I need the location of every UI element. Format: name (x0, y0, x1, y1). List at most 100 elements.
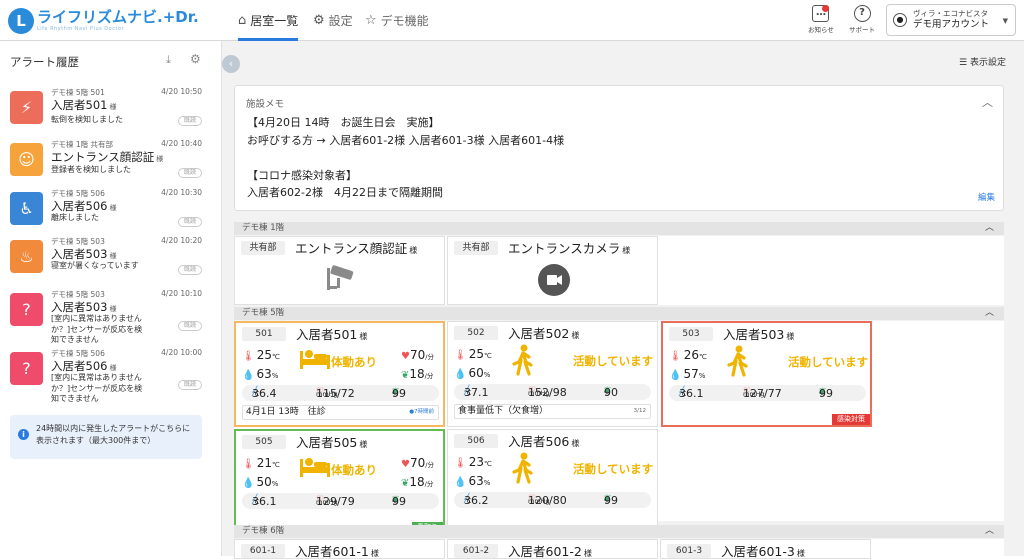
resident-name: 入居者501 様 (296, 327, 368, 342)
bed-exit-icon: ♿ (10, 192, 43, 225)
support-button[interactable]: ? サポート (849, 5, 875, 34)
heart-rate: ♥70/分 (401, 456, 434, 470)
alert-message: 転倒を検知しました (51, 115, 123, 124)
room-number: 503 (669, 327, 713, 341)
room-humidity: 💧 57% (669, 367, 706, 381)
alert-item[interactable]: ☺ デモ棟 1階 共有部 4/20 10:40 エントランス顔認証様 登録者を検… (10, 137, 206, 185)
account-name: デモ用アカウント (913, 18, 990, 30)
room-card[interactable]: 601-3 入居者601-3 様 (660, 539, 871, 559)
alert-time: 4/20 10:10 (161, 289, 202, 298)
water-drop-icon: 💧 (454, 369, 467, 380)
vital-signs-bar: ╱ 36.1 ℃ ♡ 127/77 mmHg ❦ 99% (669, 385, 866, 401)
chevron-up-icon[interactable]: ︿ (985, 222, 994, 235)
room-humidity: 💧 63% (454, 474, 491, 488)
room-number: 502 (454, 326, 498, 340)
resident-name: 入居者503 様 (723, 327, 795, 342)
room-name: エントランスカメラ様 (508, 241, 631, 256)
room-temperature: 🌡 23℃ (454, 455, 492, 469)
room-number: 501 (242, 327, 286, 341)
alert-item[interactable]: ♿ デモ棟 5階 506 4/20 10:30 入居者506 様 離床しました 既… (10, 186, 206, 234)
water-drop-icon: 💧 (669, 370, 682, 381)
chevron-up-icon[interactable]: ︿ (985, 525, 994, 538)
chevron-up-icon[interactable]: ︿ (985, 307, 994, 320)
alert-resident-name: 入居者501 様 (51, 98, 117, 112)
room-card[interactable]: 506 入居者506 様 🌡 23℃ 💧 63% 活動しています ╱ 36.2 ℃ ♡ … (447, 429, 658, 535)
fall-icon: ⚡ (10, 91, 43, 124)
floor-1-grid: 共有部 エントランス顔認証様 共有部 エントランスカメラ様 (234, 236, 1004, 305)
display-settings-button[interactable]: ☰ 表示設定 (959, 55, 1006, 68)
logo-text: ライフリズムナビ.+Dr. (37, 8, 199, 26)
caret-down-icon: ▼ (1002, 17, 1008, 25)
alert-item[interactable]: ⚡ デモ棟 5階 501 4/20 10:50 入居者501 様 転倒を検知しまし… (10, 85, 206, 133)
care-note[interactable]: 食事量低下（欠食増） 3/12 (454, 404, 651, 419)
chevron-up-icon[interactable]: ︿ (982, 94, 993, 110)
room-card[interactable]: 共有部 エントランスカメラ様 (447, 236, 658, 305)
vital-signs-bar: ╱ 36.1 ℃ ♡ 129/79 mmHg ❦ 99% (242, 493, 439, 509)
nav-demo-features[interactable]: ☆ デモ機能 (365, 0, 429, 41)
activity-status: 体動あり (331, 463, 377, 477)
room-humidity: 💧 50% (242, 475, 279, 489)
resident-name: 入居者502 様 (508, 326, 580, 341)
alert-item[interactable]: ♨ デモ棟 5階 503 4/20 10:20 入居者503 様 寝室が暑くなって… (10, 234, 206, 282)
alert-resident-name: 入居者503 様 (51, 300, 117, 314)
section-floor-1[interactable]: デモ棟 1階 ︿ (234, 222, 1004, 235)
resident-name: 入居者506 様 (508, 434, 580, 449)
nav-settings[interactable]: ⚙ 設定 (313, 0, 353, 41)
alert-resident-name: 入居者506 様 (51, 359, 117, 373)
room-card[interactable]: 501 入居者501 様 🌡 25℃ 💧 63% 体動あり ♥70/分 ❦18/分 ╱… (234, 321, 445, 427)
care-note[interactable]: 4月1日 13時 往診 ●7時間前 (242, 405, 439, 420)
blood-pressure: ♡ 152/98 mmHg (528, 386, 567, 399)
account-menu[interactable]: ● ヴィラ・エコナビスタ デモ用アカウント ▼ (886, 4, 1016, 36)
news-icon: … (812, 5, 830, 22)
alert-resident-name: 入居者506 様 (51, 199, 117, 213)
news-button[interactable]: … お知らせ (808, 5, 834, 34)
room-card[interactable]: 601-2 入居者601-2 様 (447, 539, 658, 559)
section-floor-5[interactable]: デモ棟 5階 ︿ (234, 307, 1004, 320)
alert-item[interactable]: ? デモ棟 5階 503 4/20 10:10 入居者503 様 [室内に異常はあ… (10, 287, 206, 344)
memo-body: 【4月20日 14時 お誕生日会 実施】 お呼びする方 → 入居者601-2様 … (247, 116, 565, 199)
body-temperature: ╱ 36.4 ℃ (252, 387, 277, 400)
spo2: ❦ 99% (819, 387, 833, 400)
app-logo[interactable]: L ライフリズムナビ.+Dr. Life Rhythm Navi Plus Do… (8, 6, 199, 36)
floor-6-grid: 601-1 入居者601-1 様 601-2 入居者601-2 様 601-3 入居… (234, 539, 1004, 559)
thermometer-icon: 🌡 (669, 351, 682, 362)
alert-settings-gear-icon[interactable]: ⚙ (190, 52, 201, 66)
respiration-rate: ❦18/分 (401, 475, 434, 489)
alert-message: [室内に異常はありませんか？]センサーが反応を検知できません (51, 373, 143, 403)
room-card[interactable]: 505 入居者505 様 🌡 21℃ 💧 50% 体動あり ♥70/分 ❦18/分 ╱… (234, 429, 445, 535)
room-card[interactable]: 502 入居者502 様 🌡 25℃ 💧 60% 活動しています ╱ 37.1 ℃ ♡ … (447, 321, 658, 427)
alert-time: 4/20 10:50 (161, 87, 202, 96)
alert-time: 4/20 10:20 (161, 236, 202, 245)
vital-signs-bar: ╱ 36.2 ℃ ♡ 120/80 mmHg ❦ 99% (454, 492, 651, 508)
alert-item[interactable]: ? デモ棟 5階 506 4/20 10:00 入居者506 様 [室内に異常はあ… (10, 346, 206, 403)
video-camera-icon[interactable] (538, 264, 570, 299)
alert-time: 4/20 10:40 (161, 139, 202, 148)
thermometer-icon: 🌡 (242, 459, 255, 470)
room-card[interactable]: 601-1 入居者601-1 様 (234, 539, 445, 559)
alert-history-panel: アラート履歴 ⤓ ⚙ ⚡ デモ棟 5階 501 4/20 10:50 入居者50… (0, 41, 222, 556)
room-card[interactable]: 503 入居者503 様 🌡 26℃ 💧 57% 活動しています ╱ 36.1 ℃ ♡ … (661, 321, 872, 427)
room-temperature: 🌡 25℃ (242, 348, 280, 362)
face-icon: ☺ (10, 143, 43, 176)
blood-pressure: ♡ 120/80 mmHg (528, 494, 567, 507)
main-content: ‹ ☰ 表示設定 施設メモ ︿ 【4月20日 14時 お誕生日会 実施】 お呼び… (222, 41, 1024, 559)
read-badge: 既読 (178, 380, 202, 390)
thermometer-icon: 🌡 (242, 351, 255, 362)
resident-name: 入居者601-3 様 (721, 544, 805, 559)
room-card[interactable]: 共有部 エントランス顔認証様 (234, 236, 445, 305)
nav-room-list[interactable]: ⌂ 居室一覧 (238, 0, 299, 41)
room-temperature: 🌡 21℃ (242, 456, 280, 470)
heart-icon: ♥ (401, 351, 410, 362)
read-badge: 既読 (178, 116, 202, 126)
read-badge: 既読 (178, 321, 202, 331)
memo-edit-link[interactable]: 編集 (978, 191, 995, 203)
download-icon[interactable]: ⤓ (166, 53, 171, 67)
alert-info-box: i 24時間以内に発生したアラートがこちらに表示されます（最大300件まで） (10, 415, 202, 459)
heart-icon: ♥ (401, 459, 410, 470)
vital-signs-bar: ╱ 36.4 ℃ ♡ 115/72 mmHg ❦ 99% (242, 385, 439, 401)
activity-status: 体動あり (331, 355, 377, 369)
collapse-sidebar-button[interactable]: ‹ (222, 55, 240, 73)
walking-person-icon (510, 452, 536, 489)
room-humidity: 💧 63% (242, 367, 279, 381)
section-floor-6[interactable]: デモ棟 6階 ︿ (234, 525, 1004, 538)
